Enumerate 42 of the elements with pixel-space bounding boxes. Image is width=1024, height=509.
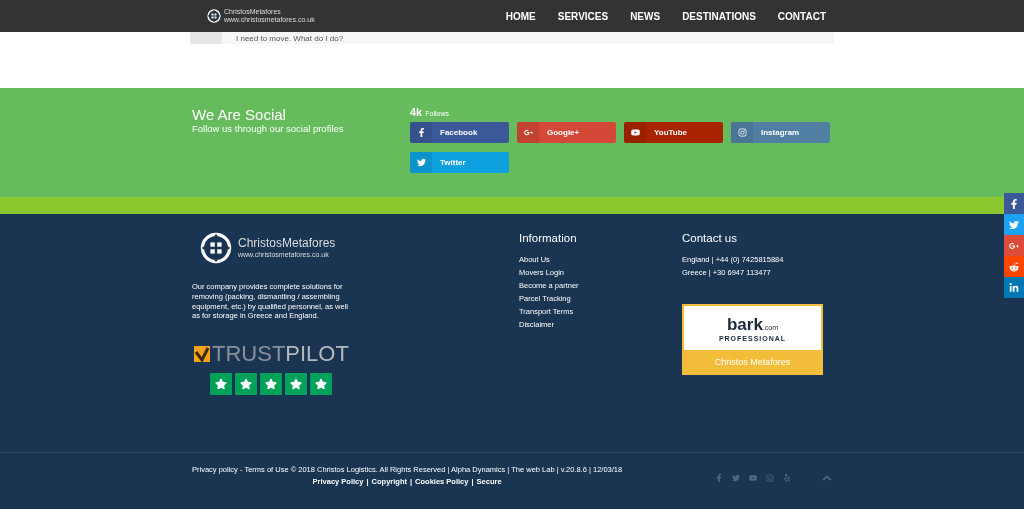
social-button[interactable]: Facebook xyxy=(410,122,509,144)
youtube-icon xyxy=(749,473,757,482)
bark-business-name: Christos Metafores xyxy=(713,355,792,369)
share-button[interactable] xyxy=(1004,214,1024,235)
faq-question[interactable]: I need to move. What do I do? xyxy=(236,33,344,43)
twitter-icon xyxy=(416,158,426,168)
yelp-icon xyxy=(783,473,791,482)
twitter-icon xyxy=(1009,219,1019,230)
social-button[interactable]: Google+ xyxy=(517,122,616,144)
follower-count: 4k xyxy=(410,106,423,118)
nav-link[interactable]: CONTACT xyxy=(777,10,826,22)
twitter-icon xyxy=(732,473,740,482)
facebook-icon xyxy=(715,473,723,482)
share-button[interactable] xyxy=(1004,256,1024,277)
contact-title: Contact us xyxy=(682,232,738,244)
globe-logo-icon xyxy=(200,232,232,264)
youtube-icon xyxy=(630,128,640,138)
faq-marker xyxy=(190,32,222,44)
logo-name: ChristosMetafores xyxy=(238,237,336,251)
social-title: We Are Social xyxy=(192,106,287,123)
nav-link[interactable]: HOME xyxy=(505,10,536,22)
share-button[interactable] xyxy=(1004,235,1024,256)
information-title: Information xyxy=(519,232,578,244)
instagram-icon xyxy=(737,128,747,138)
share-button[interactable] xyxy=(1004,193,1024,214)
nav-link[interactable]: SERVICES xyxy=(557,10,609,22)
social-subtitle: Follow us through our social profiles xyxy=(192,123,344,134)
trustpilot-wordmark: TRUSTPILOT xyxy=(212,341,349,367)
social-button[interactable]: YouTube xyxy=(624,122,723,144)
nav-link[interactable]: NEWS xyxy=(630,10,661,22)
linkedin-icon xyxy=(1009,282,1019,293)
google-plus-icon xyxy=(1009,240,1019,251)
trustpilot-logo-icon xyxy=(194,346,210,362)
facebook-icon xyxy=(1009,198,1019,209)
instagram-icon xyxy=(766,473,774,482)
facebook-icon xyxy=(416,128,426,138)
globe-logo-icon xyxy=(207,9,221,23)
share-button[interactable] xyxy=(1004,277,1024,298)
reddit-icon xyxy=(1009,261,1019,272)
google-plus-icon xyxy=(523,128,533,138)
social-button[interactable]: Instagram xyxy=(731,122,830,144)
nav-link[interactable]: DESTINATIONS xyxy=(682,10,756,22)
